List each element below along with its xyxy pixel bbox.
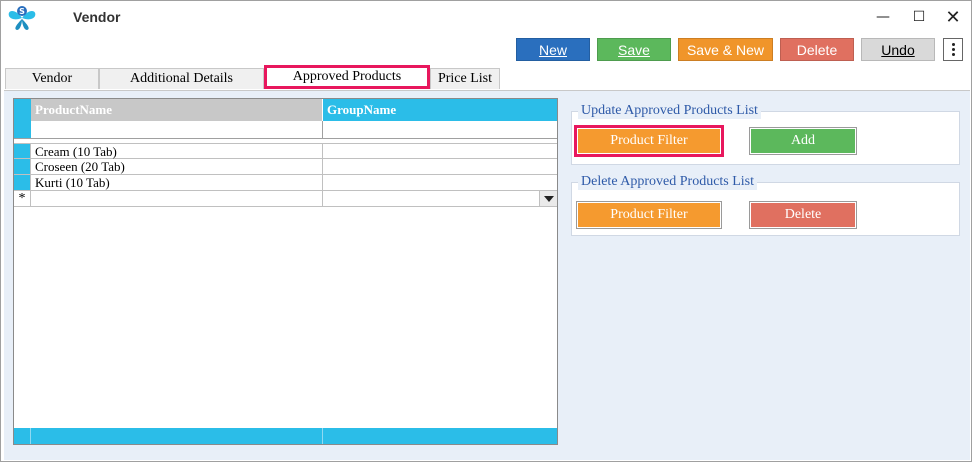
tab-price-list[interactable]: Price List bbox=[430, 68, 500, 89]
update-approved-products-group: Update Approved Products List Product Fi… bbox=[571, 103, 960, 165]
approved-products-grid[interactable]: ProductName GroupName Cream (10 Tab) Cro… bbox=[13, 98, 558, 445]
new-button[interactable]: New bbox=[516, 38, 590, 61]
row-selector[interactable] bbox=[14, 175, 31, 190]
productname-cell[interactable]: Cream (10 Tab) bbox=[31, 144, 323, 159]
save-and-new-button-label: Save & New bbox=[686, 41, 765, 58]
groupname-cell[interactable] bbox=[323, 159, 557, 174]
delete-button[interactable]: Delete bbox=[780, 38, 854, 61]
new-productname-cell[interactable] bbox=[31, 191, 323, 206]
delete-products-button[interactable]: Delete bbox=[749, 201, 857, 229]
table-row[interactable]: Cream (10 Tab) bbox=[14, 143, 557, 159]
save-and-new-button[interactable]: Save & New bbox=[678, 38, 773, 61]
filter-row-selector bbox=[14, 121, 31, 138]
title-bar: S Vendor — ☐ ✕ bbox=[1, 1, 971, 33]
butterfly-logo-icon: S bbox=[8, 6, 36, 30]
add-button[interactable]: Add bbox=[749, 127, 857, 155]
tab-additional-details[interactable]: Additional Details bbox=[99, 68, 264, 89]
column-header-productname[interactable]: ProductName bbox=[31, 99, 323, 121]
grid-footer bbox=[14, 428, 557, 444]
table-row[interactable]: Kurti (10 Tab) bbox=[14, 175, 557, 191]
productname-cell[interactable]: Croseen (20 Tab) bbox=[31, 159, 323, 174]
groupname-filter-cell[interactable] bbox=[323, 121, 557, 138]
row-selector[interactable] bbox=[14, 159, 31, 174]
new-button-label: New bbox=[538, 41, 567, 58]
close-button[interactable]: ✕ bbox=[933, 5, 972, 29]
delete-approved-products-group: Delete Approved Products List Product Fi… bbox=[571, 174, 960, 236]
table-row[interactable]: Croseen (20 Tab) bbox=[14, 159, 557, 175]
update-product-filter-button[interactable]: Product Filter bbox=[574, 125, 724, 157]
footer-corner bbox=[14, 428, 31, 444]
row-selector[interactable] bbox=[14, 144, 31, 158]
undo-button-label: Undo bbox=[881, 41, 915, 58]
tab-vendor[interactable]: Vendor bbox=[5, 68, 99, 89]
undo-button[interactable]: Undo bbox=[861, 38, 935, 61]
new-groupname-cell[interactable] bbox=[323, 191, 557, 206]
grid-filter-row bbox=[14, 121, 557, 139]
tab-approved-products[interactable]: Approved Products bbox=[264, 65, 430, 89]
chevron-down-icon[interactable] bbox=[539, 191, 557, 206]
save-button[interactable]: Save bbox=[597, 38, 671, 61]
grid-header: ProductName GroupName bbox=[14, 99, 557, 121]
update-group-legend: Update Approved Products List bbox=[578, 103, 761, 119]
tab-content: ProductName GroupName Cream (10 Tab) Cro… bbox=[4, 90, 970, 460]
new-row[interactable]: * bbox=[14, 191, 557, 207]
footer-productname bbox=[31, 428, 323, 444]
new-row-marker: * bbox=[14, 191, 31, 206]
svg-text:S: S bbox=[19, 7, 25, 16]
vendor-window: S Vendor — ☐ ✕ New Save Save & New Delet… bbox=[0, 0, 972, 462]
groupname-cell[interactable] bbox=[323, 175, 557, 190]
grid-rows: Cream (10 Tab) Croseen (20 Tab) Kurti (1… bbox=[14, 143, 557, 207]
delete-group-legend: Delete Approved Products List bbox=[578, 174, 758, 190]
column-header-groupname[interactable]: GroupName bbox=[323, 99, 557, 121]
window-title: Vendor bbox=[73, 9, 121, 25]
row-header-corner[interactable] bbox=[14, 99, 31, 121]
delete-product-filter-button[interactable]: Product Filter bbox=[576, 201, 722, 229]
groupname-cell[interactable] bbox=[323, 144, 557, 158]
delete-button-label: Delete bbox=[796, 41, 838, 58]
save-button-label: Save bbox=[618, 41, 650, 58]
vertical-ellipsis-icon[interactable] bbox=[943, 38, 963, 61]
productname-filter-cell[interactable] bbox=[31, 121, 323, 138]
productname-cell[interactable]: Kurti (10 Tab) bbox=[31, 175, 323, 190]
minimize-button[interactable]: — bbox=[863, 5, 903, 29]
